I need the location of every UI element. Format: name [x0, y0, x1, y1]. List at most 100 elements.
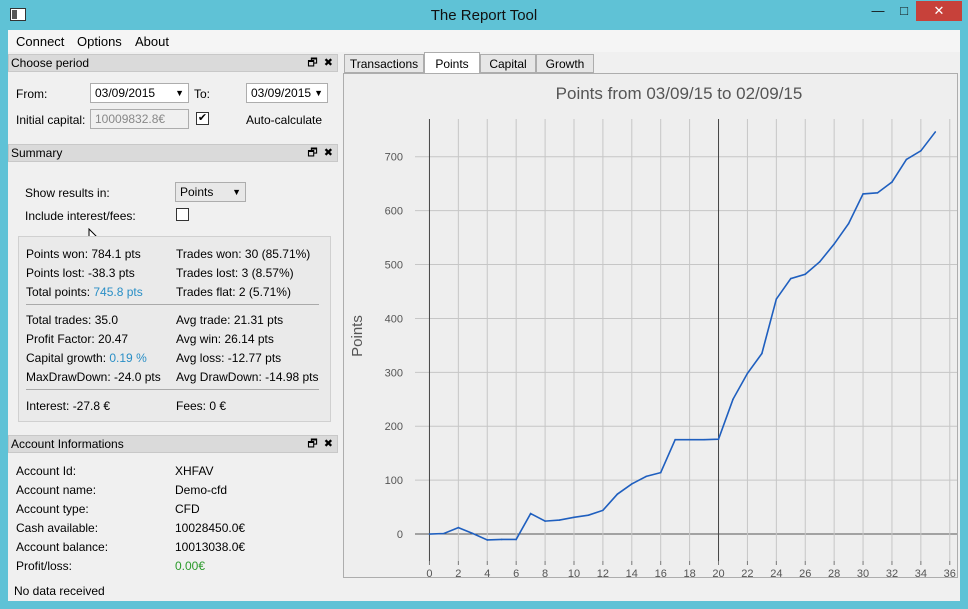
- x-tick-label: 2: [455, 568, 461, 577]
- total-trades: Total trades: 35.0: [26, 313, 119, 327]
- y-tick-label: 200: [385, 421, 403, 433]
- x-tick-label: 16: [655, 568, 667, 577]
- divider: [26, 389, 319, 390]
- x-tick-label: 30: [857, 568, 869, 577]
- close-button[interactable]: ✕: [916, 1, 962, 21]
- summary-dock-title: Summary 🗗 ✖: [8, 144, 338, 162]
- maximize-button[interactable]: □: [892, 1, 916, 21]
- interest-value: Interest: -27.8 €: [26, 399, 111, 413]
- x-tick-label: 4: [484, 568, 490, 577]
- avg-loss: Avg loss: -12.77 pts: [176, 351, 282, 365]
- float-icon[interactable]: 🗗: [307, 57, 317, 69]
- account-row-label: Account name:: [16, 483, 97, 497]
- data-point: [544, 520, 546, 522]
- chart-pane: 0 100 200 300 400 500 600 700 0 2 4 6 8 10 12 14 16 18 20 2…: [343, 73, 958, 605]
- data-point: [587, 514, 590, 516]
- menu-connect[interactable]: Connect: [16, 34, 64, 49]
- data-point: [573, 516, 575, 519]
- capital-input[interactable]: 10009832.8€: [90, 109, 189, 129]
- chevron-down-icon: ▼: [232, 187, 241, 197]
- x-tick-label: 26: [799, 568, 811, 577]
- data-point: [486, 539, 489, 541]
- float-icon[interactable]: 🗗: [307, 438, 317, 450]
- data-point: [443, 532, 445, 535]
- account-row-value: CFD: [175, 502, 200, 516]
- account-row-label: Cash available:: [16, 521, 99, 535]
- total-points: Total points: 745.8 pts: [26, 285, 143, 299]
- data-point: [602, 509, 604, 512]
- window-title: The Report Tool: [430, 7, 538, 24]
- to-date-picker[interactable]: 03/09/2015 ▼: [246, 83, 328, 103]
- data-point: [515, 538, 517, 541]
- close-icon[interactable]: ✖: [324, 57, 333, 69]
- menu-options[interactable]: Options: [77, 34, 122, 49]
- fees-value: Fees: 0 €: [176, 399, 227, 413]
- auto-calculate-checkbox[interactable]: ✔: [196, 112, 209, 125]
- data-point: [616, 493, 619, 495]
- total-points-label: Total points:: [26, 285, 94, 299]
- close-icon[interactable]: ✖: [324, 438, 333, 450]
- x-tick-label: 22: [741, 568, 753, 577]
- data-point: [688, 438, 691, 441]
- summary-stats-box: Points won: 784.1 pts Trades won: 30 (85…: [18, 236, 331, 422]
- data-point: [847, 222, 850, 225]
- tab-growth[interactable]: Growth: [536, 54, 594, 73]
- y-tick-label: 300: [385, 367, 403, 379]
- from-date-picker[interactable]: 03/09/2015 ▼: [90, 83, 189, 103]
- x-tick-label: 28: [828, 568, 840, 577]
- y-tick-label: 400: [385, 313, 403, 325]
- divider: [26, 304, 319, 305]
- plot-area: [415, 119, 957, 561]
- menu-about[interactable]: About: [135, 34, 169, 49]
- to-label: To:: [194, 87, 211, 101]
- tab-points[interactable]: Points: [424, 52, 480, 74]
- account-row-label: Account balance:: [16, 540, 109, 554]
- show-results-select[interactable]: Points ▼: [175, 182, 246, 202]
- auto-calculate-label: Auto-calculate: [246, 113, 323, 127]
- x-tick-label: 14: [626, 568, 638, 577]
- total-points-value: 745.8 pts: [93, 285, 143, 299]
- y-tick-label: 100: [385, 475, 403, 487]
- data-point: [761, 352, 763, 355]
- account-row-value: 0.00€: [175, 559, 206, 573]
- y-tick-label: 600: [385, 206, 403, 218]
- trades-lost: Trades lost: 3 (8.57%): [176, 266, 294, 280]
- capital-growth-value: 0.19 %: [109, 351, 147, 365]
- period-title-label: Choose period: [11, 56, 90, 70]
- summary-title-label: Summary: [11, 146, 63, 160]
- x-tick-label: 18: [683, 568, 695, 577]
- points-won: Points won: 784.1 pts: [26, 247, 141, 261]
- show-results-label: Show results in:: [25, 186, 110, 200]
- data-point: [472, 532, 474, 535]
- app-window: The Report Tool — □ ✕ Connect Options Ab…: [0, 0, 968, 609]
- show-results-value: Points: [180, 185, 214, 199]
- data-point: [789, 277, 792, 280]
- data-point: [500, 538, 503, 541]
- data-point: [631, 483, 633, 485]
- x-tick-label: 36: [944, 568, 956, 577]
- data-point: [732, 398, 734, 401]
- to-date-value: 03/09/2015: [251, 86, 312, 100]
- x-tick-label: 0: [426, 568, 432, 577]
- include-interest-checkbox[interactable]: [176, 208, 189, 221]
- tab-capital[interactable]: Capital: [480, 54, 536, 73]
- minimize-button[interactable]: —: [864, 1, 892, 21]
- data-point: [775, 298, 778, 300]
- data-point: [905, 158, 908, 161]
- tab-transactions[interactable]: Transactions: [344, 54, 424, 73]
- data-point: [746, 372, 749, 375]
- close-icon[interactable]: ✖: [324, 147, 333, 159]
- data-point: [529, 512, 532, 515]
- status-bar: No data received: [8, 581, 960, 601]
- trades-flat: Trades flat: 2 (5.71%): [176, 285, 291, 299]
- float-icon[interactable]: 🗗: [307, 147, 317, 159]
- from-date-value: 03/09/2015: [95, 86, 156, 100]
- data-point: [920, 150, 922, 152]
- x-tick-label: 10: [568, 568, 580, 577]
- data-point: [659, 471, 662, 474]
- account-row-value: XHFAV: [175, 464, 214, 478]
- period-dock-title: Choose period 🗗 ✖: [8, 54, 338, 72]
- x-tick-label: 12: [597, 568, 609, 577]
- data-point: [558, 519, 561, 521]
- data-point: [703, 438, 705, 441]
